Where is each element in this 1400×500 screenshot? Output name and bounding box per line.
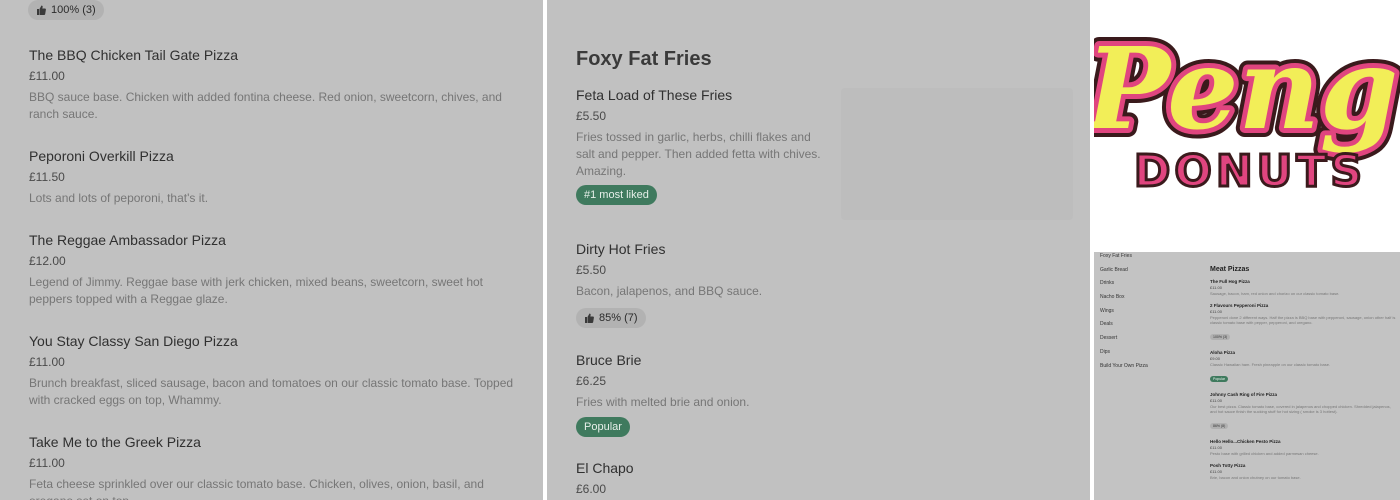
item-description: Fries tossed in garlic, herbs, chilli fl… [576, 130, 821, 178]
item-name: Posh Totty Pizza [1210, 463, 1246, 468]
item-description: Classic Hawaiian ham. Fresh pineapple on… [1210, 362, 1331, 367]
menu-item[interactable]: The Full Hog Pizza £11.00 Sausage, bacon… [1210, 279, 1396, 296]
item-price: £11.00 [1210, 398, 1222, 403]
sidebar-item[interactable]: Dessert [1100, 334, 1190, 348]
item-name: Aloha Pizza [1210, 350, 1236, 355]
menu-item[interactable]: You Stay Classy San Diego Pizza £11.00 B… [29, 333, 521, 409]
category-sidebar: Foxy Fat Fries Garlic Bread Drinks Nacho… [1100, 252, 1190, 375]
item-description: Legend of Jimmy. Reggae base with jerk c… [29, 275, 484, 306]
menu-item[interactable]: Take Me to the Greek Pizza £11.00 Feta c… [29, 434, 521, 500]
rating-pill: 100% (3) [1210, 334, 1231, 340]
thumbs-up-icon [585, 313, 594, 323]
item-description: Our best pizza. Classic tomato base, cov… [1210, 404, 1391, 414]
item-price: £11.00 [29, 355, 65, 369]
section-title: Meat Pizzas [1210, 266, 1250, 273]
logo-subtitle: DONUTS [1134, 146, 1366, 197]
item-price: £11.00 [29, 69, 65, 83]
popular-badge: Popular [1210, 376, 1229, 382]
item-name: Dirty Hot Fries [576, 241, 666, 257]
item-name: Bruce Brie [576, 352, 642, 368]
item-description: Pepperoni done 2 different ways. Half th… [1210, 315, 1396, 325]
restaurant-logo: Peng Peng Peng DONUTS [1094, 0, 1400, 250]
menu-item[interactable]: Feta Load of These Fries £5.50 Fries tos… [576, 87, 828, 205]
section-title: Foxy Fat Fries [576, 48, 712, 70]
menu-item[interactable]: Dirty Hot Fries £5.50 Bacon, jalapenos, … [576, 241, 1068, 328]
thumbs-up-icon [37, 5, 46, 15]
menu-preview-thumbnail: Foxy Fat Fries Garlic Bread Drinks Nacho… [1094, 252, 1400, 500]
menu-item[interactable]: Peporoni Overkill Pizza £11.50 Lots and … [29, 148, 521, 207]
sidebar-item[interactable]: Nacho Box [1100, 293, 1190, 307]
item-price: £11.00 [1210, 309, 1222, 314]
rating-pill: 100% (3) [28, 0, 104, 20]
menu-item[interactable]: Hello Hello...Chicken Pesto Pizza £11.00… [1210, 439, 1396, 456]
item-price: £11.50 [29, 170, 65, 184]
item-price: £11.00 [29, 456, 65, 470]
middle-menu-panel: Foxy Fat Fries Feta Load of These Fries … [547, 0, 1090, 500]
menu-item[interactable]: The BBQ Chicken Tail Gate Pizza £11.00 B… [29, 47, 521, 123]
item-name: 2 Flavours Pepperoni Pizza [1210, 303, 1269, 308]
sidebar-item[interactable]: Wings [1100, 307, 1190, 321]
menu-item[interactable]: Bruce Brie £6.25 Fries with melted brie … [576, 352, 1068, 437]
item-description: Bacon, jalapenos, and BBQ sauce. [576, 284, 763, 298]
item-price: £12.00 [29, 254, 66, 268]
menu-item[interactable]: Johnny Cash Ring of Fire Pizza £11.00 Ou… [1210, 392, 1396, 432]
mini-menu-list: Meat Pizzas The Full Hog Pizza £11.00 Sa… [1210, 266, 1396, 487]
item-price: £11.00 [1210, 445, 1222, 450]
item-name: Peporoni Overkill Pizza [29, 148, 174, 164]
item-image-placeholder [841, 88, 1073, 220]
item-name: Take Me to the Greek Pizza [29, 434, 201, 450]
item-name: El Chapo [576, 460, 634, 476]
item-price: £5.50 [576, 109, 607, 123]
item-description: Sausage, bacon, ham, red onion and chori… [1210, 291, 1340, 296]
item-name: You Stay Classy San Diego Pizza [29, 333, 238, 349]
sidebar-item[interactable]: Drinks [1100, 279, 1190, 293]
rating-pill: 86% (8) [1210, 423, 1229, 429]
item-description: Brie, bacon and onion chutney on our tom… [1210, 475, 1301, 480]
popular-badge: Popular [576, 417, 630, 437]
sidebar-item[interactable]: Build Your Own Pizza [1100, 362, 1190, 376]
sidebar-item[interactable]: Deals [1100, 320, 1190, 334]
item-price: £11.00 [1210, 285, 1222, 290]
item-price: £6.00 [576, 482, 607, 496]
menu-item[interactable]: The Reggae Ambassador Pizza £12.00 Legen… [29, 232, 521, 308]
item-description: BBQ sauce base. Chicken with added fonti… [29, 90, 502, 121]
item-name: Johnny Cash Ring of Fire Pizza [1210, 392, 1278, 397]
item-description: Fries with melted brie and onion. [576, 395, 750, 409]
rating-pill: 85% (7) [576, 308, 646, 328]
rating-value: 85% (7) [599, 312, 638, 324]
item-name: Hello Hello...Chicken Pesto Pizza [1210, 439, 1281, 444]
menu-item[interactable]: Aloha Pizza £9.00 Classic Hawaiian ham. … [1210, 350, 1396, 385]
item-name: The Full Hog Pizza [1210, 279, 1250, 284]
item-description: Lots and lots of peporoni, that's it. [29, 191, 209, 205]
item-description: Feta cheese sprinkled over our classic t… [29, 477, 484, 500]
item-name: The BBQ Chicken Tail Gate Pizza [29, 47, 239, 63]
item-price: £11.00 [1210, 469, 1222, 474]
logo-word: Peng [1094, 24, 1398, 155]
item-price: £9.00 [1210, 356, 1221, 361]
item-description: Pesto base with grilled chicken and adde… [1210, 451, 1319, 456]
sidebar-item[interactable]: Dips [1100, 348, 1190, 362]
most-liked-badge: #1 most liked [576, 185, 657, 205]
rating-value: 100% (3) [51, 4, 96, 16]
item-name: Feta Load of These Fries [576, 87, 733, 103]
sidebar-item[interactable]: Foxy Fat Fries [1100, 252, 1190, 266]
item-price: £5.50 [576, 263, 607, 277]
item-price: £6.25 [576, 374, 607, 388]
item-description: Brunch breakfast, sliced sausage, bacon … [29, 376, 514, 407]
item-name: The Reggae Ambassador Pizza [29, 232, 226, 248]
menu-item[interactable]: 2 Flavours Pepperoni Pizza £11.00 Pepper… [1210, 303, 1396, 343]
menu-item[interactable]: El Chapo £6.00 [576, 460, 1068, 496]
peng-donuts-logo: Peng Peng Peng DONUTS [1094, 15, 1400, 199]
left-menu-panel: 100% (3) The BBQ Chicken Tail Gate Pizza… [0, 0, 543, 500]
sidebar-item[interactable]: Garlic Bread [1100, 266, 1190, 280]
menu-item[interactable]: Posh Totty Pizza £11.00 Brie, bacon and … [1210, 463, 1396, 480]
